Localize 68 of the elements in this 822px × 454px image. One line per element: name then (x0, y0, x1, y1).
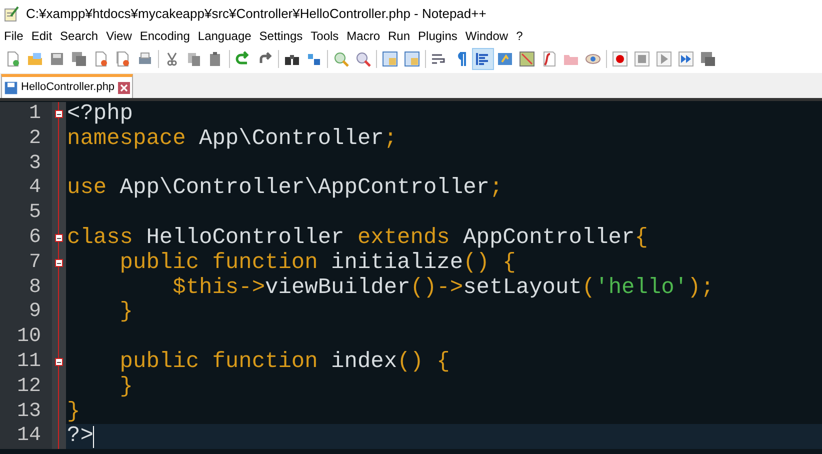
macro-save-icon (700, 51, 716, 67)
eye-icon (585, 51, 601, 67)
record-icon (612, 51, 628, 67)
notepad-icon (4, 6, 20, 22)
code-line: } (118, 374, 134, 400)
code-line: $this->viewBuilder()->setLayout('hello'); (172, 276, 714, 300)
open-folder-icon (27, 51, 43, 67)
line-number: 10 (0, 325, 52, 350)
code-line: public function index() { (118, 350, 450, 375)
save-icon (49, 51, 65, 67)
save-all-icon (71, 51, 87, 67)
save-icon (4, 80, 18, 94)
line-number: 14 (0, 424, 52, 450)
menu-item[interactable]: Edit (27, 27, 56, 45)
code-line: namespace App\Controller; (66, 126, 398, 152)
menu-item[interactable]: Language (194, 27, 256, 45)
code-line: ?> (66, 424, 94, 450)
new-file-icon (5, 51, 21, 67)
line-number: 11 (0, 350, 52, 375)
line-number: 5 (0, 201, 52, 226)
menu-item[interactable]: File (0, 27, 28, 45)
line-number: 1 (0, 102, 52, 127)
line-number: 4 (0, 176, 52, 202)
indent-guide-button[interactable] (472, 48, 494, 70)
fold-toggle-icon[interactable] (55, 110, 63, 118)
line-number: 9 (0, 300, 52, 326)
play-icon (656, 51, 672, 67)
menu-item[interactable]: Macro (342, 27, 384, 45)
menu-item[interactable]: Settings (255, 27, 307, 45)
code-line: } (118, 300, 134, 326)
copy-icon (186, 51, 202, 67)
undo-icon (235, 51, 251, 67)
code-line: } (66, 400, 80, 424)
menu-item[interactable]: Tools (306, 27, 343, 45)
menu-item[interactable]: Encoding (136, 27, 194, 45)
window-title: C:¥xampp¥htdocs¥mycakeapp¥src¥Controller¥HelloController.php - Notepad++ (26, 4, 486, 23)
fold-toggle-icon[interactable] (55, 358, 63, 366)
fold-toggle-icon[interactable] (55, 259, 63, 268)
menu-item[interactable]: Run (384, 27, 414, 45)
line-number: 12 (0, 374, 52, 400)
close-icon[interactable] (118, 82, 130, 94)
code-editor[interactable] (0, 98, 822, 454)
line-number: 7 (0, 250, 52, 276)
stop-icon (634, 51, 650, 67)
code-line: use App\Controller\AppController; (66, 176, 503, 202)
menu-item[interactable]: View (102, 27, 136, 45)
file-tab[interactable]: HelloController.php (1, 74, 133, 98)
menu-item[interactable]: Search (56, 27, 102, 45)
line-number: 2 (0, 126, 52, 152)
close-all-icon (115, 51, 131, 67)
line-number: 3 (0, 152, 52, 176)
code-line: <?php (66, 102, 134, 127)
text-cursor (93, 426, 94, 448)
code-line: class HelloController extends AppController{ (66, 226, 648, 251)
menu-item[interactable]: Plugins (414, 27, 462, 45)
line-number: 8 (0, 276, 52, 300)
line-number: 6 (0, 226, 52, 251)
indent-guide-icon (475, 51, 491, 67)
printer-icon (137, 51, 153, 67)
zoom-in-icon (333, 51, 349, 67)
fold-toggle-icon[interactable] (55, 234, 63, 242)
fast-forward-icon (678, 51, 694, 67)
zoom-out-icon (355, 51, 371, 67)
line-number: 13 (0, 400, 52, 424)
close-document-icon (93, 51, 109, 67)
menu-item[interactable]: ? (512, 27, 527, 45)
menu-item[interactable]: Window (461, 27, 512, 45)
code-line: public function initialize() { (118, 250, 516, 276)
